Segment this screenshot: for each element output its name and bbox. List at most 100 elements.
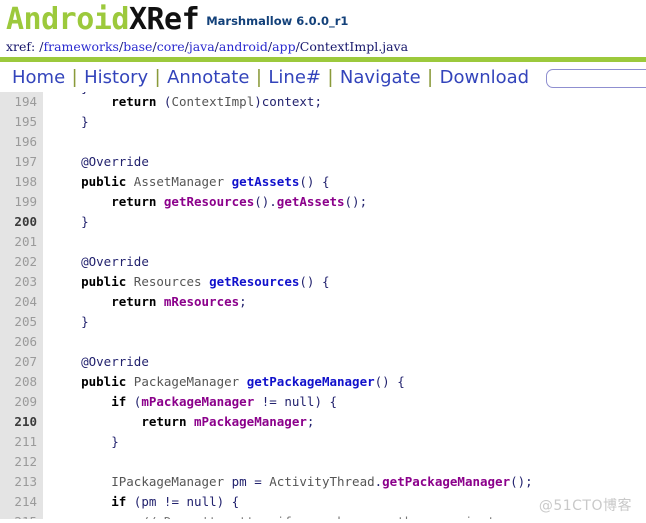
breadcrumb-segment-app[interactable]: app <box>272 39 295 54</box>
code-token[interactable]: IPackageManager <box>111 474 224 489</box>
line-number[interactable]: 207 <box>0 352 43 372</box>
line-number[interactable]: 198 <box>0 172 43 192</box>
code-text: @Override <box>43 252 149 272</box>
code-token: (); <box>510 474 533 489</box>
xref-label: xref: <box>6 39 36 54</box>
line-number[interactable]: 202 <box>0 252 43 272</box>
code-token: return <box>141 414 187 429</box>
code-text: return mResources; <box>43 292 247 312</box>
search-input[interactable] <box>546 68 646 88</box>
line-number[interactable]: 214 <box>0 492 43 512</box>
code-token: // Doesn't matter if we make more than o… <box>141 514 532 519</box>
code-token: () { <box>299 174 330 189</box>
line-number[interactable]: 200 <box>0 212 43 232</box>
code-token[interactable]: Resources <box>134 274 202 289</box>
nav-item-home[interactable]: Home <box>12 66 72 90</box>
line-number[interactable]: 206 <box>0 332 43 352</box>
code-token: } <box>51 214 89 229</box>
nav-item-annotate[interactable]: Annotate <box>160 66 256 90</box>
code-token[interactable]: mPackageManager <box>141 394 254 409</box>
line-number[interactable]: 205 <box>0 312 43 332</box>
android-version-label: Marshmallow 6.0.0_r1 <box>206 14 349 28</box>
line-number[interactable]: 197 <box>0 152 43 172</box>
clipped-previous-line: 193 } <box>0 92 646 97</box>
line-number[interactable]: 195 <box>0 112 43 132</box>
code-viewer[interactable]: 193 } 194 return (ContextImpl)context;19… <box>0 92 646 519</box>
line-number[interactable]: 210 <box>0 412 43 432</box>
code-token: ( <box>126 494 142 509</box>
line-number[interactable]: 215 <box>0 512 43 519</box>
code-line: 196 <box>0 132 646 152</box>
code-text: @Override <box>43 152 149 172</box>
line-number[interactable]: 211 <box>0 432 43 452</box>
line-number[interactable]: 201 <box>0 232 43 252</box>
code-token: return <box>111 194 157 209</box>
code-token[interactable]: AssetManager <box>134 174 224 189</box>
breadcrumb-segment-base[interactable]: base <box>123 39 152 54</box>
code-token: ; <box>239 294 247 309</box>
code-text: public Resources getResources() { <box>43 272 329 292</box>
nav-item-linenum[interactable]: Line# <box>261 66 328 90</box>
code-line: 201 <box>0 232 646 252</box>
line-number[interactable]: 203 <box>0 272 43 292</box>
line-number[interactable]: 199 <box>0 192 43 212</box>
code-token: (); <box>344 194 368 209</box>
code-token: () { <box>374 374 405 389</box>
code-text: @Override <box>43 352 149 372</box>
line-number[interactable]: 204 <box>0 292 43 312</box>
code-token: pm = <box>224 474 270 489</box>
code-token[interactable]: getResources <box>164 194 254 209</box>
nav-item-history[interactable]: History <box>77 66 155 90</box>
code-line: 199 return getResources().getAssets(); <box>0 192 646 212</box>
breadcrumb-segment-android[interactable]: android <box>219 39 268 54</box>
code-token[interactable]: getAssets <box>232 174 300 189</box>
breadcrumb-segment-core[interactable]: core <box>157 39 185 54</box>
code-token[interactable]: getPackageManager <box>247 374 375 389</box>
nav-item-navigate[interactable]: Navigate <box>333 66 428 90</box>
code-line: 197 @Override <box>0 152 646 172</box>
logo-android-text: Android <box>6 2 129 37</box>
breadcrumb-segment-java[interactable]: java <box>189 39 215 54</box>
site-logo[interactable]: AndroidXRef <box>6 2 200 37</box>
code-token[interactable]: getResources <box>209 274 299 289</box>
code-token[interactable]: PackageManager <box>134 374 239 389</box>
line-number[interactable]: 212 <box>0 452 43 472</box>
nav-item-download[interactable]: Download <box>433 66 536 90</box>
code-token: null <box>284 394 315 409</box>
code-token: if <box>111 494 127 509</box>
code-token: public <box>81 374 127 389</box>
code-token[interactable]: getPackageManager <box>382 474 510 489</box>
code-token[interactable]: mPackageManager <box>194 414 307 429</box>
code-line: 212 <box>0 452 646 472</box>
code-token: ; <box>306 414 315 429</box>
code-token[interactable]: ActivityThread <box>269 474 374 489</box>
site-header: AndroidXRef Marshmallow 6.0.0_r1 <box>0 0 646 38</box>
line-number[interactable]: 196 <box>0 132 43 152</box>
code-token: } <box>51 434 119 449</box>
line-number[interactable]: 213 <box>0 472 43 492</box>
line-number[interactable]: 208 <box>0 372 43 392</box>
breadcrumb-segment-frameworks[interactable]: frameworks <box>43 39 119 54</box>
breadcrumb: xref: /frameworks/base/core/java/android… <box>0 38 646 56</box>
code-line: 202 @Override <box>0 252 646 272</box>
code-text: IPackageManager pm = ActivityThread.getP… <box>43 472 533 492</box>
code-token[interactable]: mResources <box>164 294 239 309</box>
breadcrumb-filename: ContextImpl.java <box>299 39 409 54</box>
code-token[interactable]: getAssets <box>277 194 345 209</box>
line-number[interactable]: 209 <box>0 392 43 412</box>
code-text: return getResources().getAssets(); <box>43 192 367 212</box>
